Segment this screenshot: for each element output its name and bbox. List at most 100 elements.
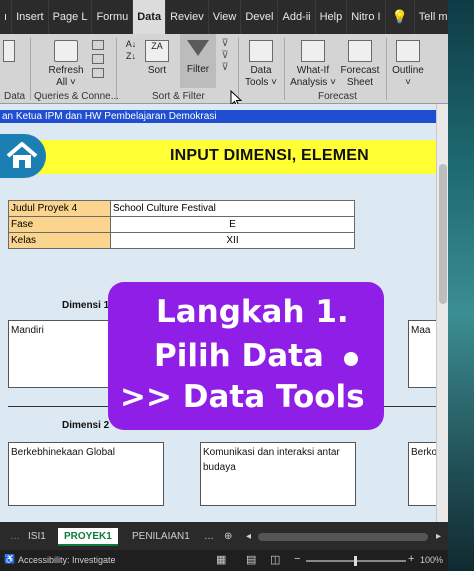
- sheet-tab-isi1[interactable]: ISI1: [22, 528, 52, 546]
- data-tools-label: Data: [250, 65, 272, 76]
- group-label-forecast: Forecast: [318, 91, 357, 102]
- cell-label[interactable]: Judul Proyek 4: [8, 200, 111, 217]
- scroll-left-icon[interactable]: ◂: [240, 528, 257, 546]
- tab-insert[interactable]: Insert: [12, 0, 49, 34]
- tab-file[interactable]: ı: [0, 0, 13, 34]
- status-bar: ♿ Accessibility: Investigate ▦ ▤ ◫ − + 1…: [0, 550, 448, 571]
- zoom-out-icon[interactable]: −: [294, 553, 300, 565]
- zoom-in-icon[interactable]: +: [408, 553, 414, 565]
- table-row: Kelas XII: [8, 232, 355, 249]
- get-data-icon: [3, 40, 15, 62]
- dimensi-2-heading: Dimensi 2: [62, 420, 110, 431]
- home-icon[interactable]: [0, 134, 46, 178]
- table-row: Judul Proyek 4 School Culture Festival: [8, 200, 355, 217]
- desktop-background: [448, 0, 474, 571]
- clear-filter-icon: ⊽: [221, 38, 229, 49]
- cell-value[interactable]: E: [110, 216, 355, 233]
- overlay-action: Pilih Data: [154, 338, 324, 374]
- dimensi-1-box-right[interactable]: Maa: [408, 320, 436, 388]
- filter-button[interactable]: Filter: [180, 34, 216, 88]
- sheet-tab-penilaian1[interactable]: PENILAIAN1: [126, 528, 196, 546]
- page-title: INPUT DIMENSI, ELEMEN: [170, 147, 369, 164]
- data-tools-sub: Tools ˅: [245, 77, 277, 88]
- ribbon-data: Refresh All ˅ A↓ Z↓ ZA Sort Filter ⊽ ⊽ ⊽ …: [0, 34, 448, 108]
- outline-label: Outline: [392, 65, 424, 76]
- tab-add-ins[interactable]: Add-ii: [278, 0, 316, 34]
- advanced-filter-icons[interactable]: ⊽ ⊽ ⊽: [218, 38, 232, 74]
- lightbulb-icon[interactable]: 💡: [386, 0, 415, 34]
- tab-page-layout[interactable]: Page L: [49, 0, 93, 34]
- overlay-target: >> Data Tools: [120, 379, 365, 415]
- tab-view[interactable]: View: [209, 0, 242, 34]
- sort-label: Sort: [147, 65, 167, 76]
- forecast-sub: Sheet: [346, 77, 374, 88]
- group-label-queries: Queries & Conne...: [34, 91, 120, 102]
- tab-review[interactable]: Reviev: [166, 0, 209, 34]
- sort-button[interactable]: ZA Sort: [142, 40, 172, 77]
- sheet-tab-proyek1[interactable]: PROYEK1: [58, 528, 118, 546]
- tab-nitro[interactable]: Nitro I: [347, 0, 386, 34]
- banner-row: an Ketua IPM dan HW Pembelajaran Demokra…: [0, 110, 436, 123]
- get-data-button[interactable]: [2, 40, 16, 65]
- dimensi-2-box[interactable]: Berkebhinekaan Global: [8, 442, 164, 506]
- tab-help[interactable]: Help: [316, 0, 348, 34]
- table-row: Fase E: [8, 216, 355, 233]
- refresh-icon: [54, 40, 78, 62]
- what-if-label: What-If: [296, 65, 330, 76]
- advanced-icon: ⊽: [221, 62, 229, 73]
- cell-value[interactable]: School Culture Festival: [110, 200, 355, 217]
- outline-sub: ˅: [405, 77, 411, 88]
- what-if-sub: Analysis ˅: [290, 77, 336, 88]
- data-tools-icon: [249, 40, 273, 62]
- zoom-slider-thumb[interactable]: [354, 556, 357, 566]
- ribbon-tab-bar: ı Insert Page L Formu Data Reviev View D…: [0, 0, 474, 34]
- sheet-tab-more-icon[interactable]: …: [198, 528, 220, 546]
- forecast-sheet-button[interactable]: Forecast Sheet: [338, 40, 382, 89]
- project-info-table: Judul Proyek 4 School Culture Festival F…: [8, 200, 355, 249]
- group-label-data: Data: [4, 91, 26, 102]
- what-if-icon: [301, 40, 325, 62]
- sort-az-icon: A↓ Z↓: [125, 39, 137, 61]
- forecast-label: Forecast: [340, 65, 380, 76]
- overlay-dot: [344, 352, 358, 366]
- reapply-icon: ⊽: [221, 50, 229, 61]
- scrollbar-thumb[interactable]: [439, 164, 447, 304]
- filter-icon: [187, 40, 209, 56]
- what-if-analysis-button[interactable]: What-If Analysis ˅: [290, 40, 336, 89]
- zoom-slider[interactable]: [306, 556, 406, 566]
- accessibility-icon: ♿: [4, 554, 16, 564]
- sort-icon: ZA: [145, 40, 169, 62]
- scroll-right-icon[interactable]: ▸: [430, 528, 447, 546]
- dimensi-2-box-middle[interactable]: Komunikasi dan interaksi antar budaya: [200, 442, 356, 506]
- dimensi-2-box-right[interactable]: Berko: [408, 442, 436, 506]
- instruction-overlay: Langkah 1. Pilih Data >> Data Tools: [108, 282, 384, 430]
- vertical-scrollbar[interactable]: [436, 104, 448, 522]
- zoom-level[interactable]: 100%: [420, 555, 443, 565]
- filter-label: Filter: [186, 64, 210, 75]
- queries-icon: [92, 40, 104, 50]
- cell-label[interactable]: Kelas: [8, 232, 111, 249]
- accessibility-status[interactable]: Accessibility: Investigate: [18, 555, 116, 565]
- outline-button[interactable]: Outline ˅: [390, 40, 426, 89]
- tab-formulas[interactable]: Formu: [92, 0, 134, 34]
- normal-view-icon[interactable]: ▦: [216, 553, 226, 566]
- outline-icon: [396, 40, 420, 62]
- cell-value[interactable]: XII: [110, 232, 355, 249]
- queries-icons[interactable]: [92, 40, 108, 78]
- tab-developer[interactable]: Devel: [241, 0, 279, 34]
- cell-label[interactable]: Fase: [8, 216, 111, 233]
- tab-data[interactable]: Data: [133, 0, 167, 34]
- refresh-sub: All ˅: [56, 77, 76, 88]
- sort-az-button[interactable]: A↓ Z↓: [122, 38, 140, 62]
- refresh-all-button[interactable]: Refresh All ˅: [44, 40, 88, 89]
- dimensi-1-heading: Dimensi 1: [62, 300, 110, 311]
- page-layout-icon[interactable]: ▤: [246, 553, 256, 566]
- horizontal-scrollbar[interactable]: [258, 533, 428, 541]
- add-sheet-icon[interactable]: ⊕: [218, 528, 238, 546]
- house-icon: [6, 142, 38, 168]
- data-tools-button[interactable]: Data Tools ˅: [244, 40, 278, 89]
- forecast-icon: [348, 40, 372, 62]
- refresh-label: Refresh: [48, 65, 84, 76]
- page-break-icon[interactable]: ◫: [270, 553, 280, 566]
- properties-icon: [92, 54, 104, 64]
